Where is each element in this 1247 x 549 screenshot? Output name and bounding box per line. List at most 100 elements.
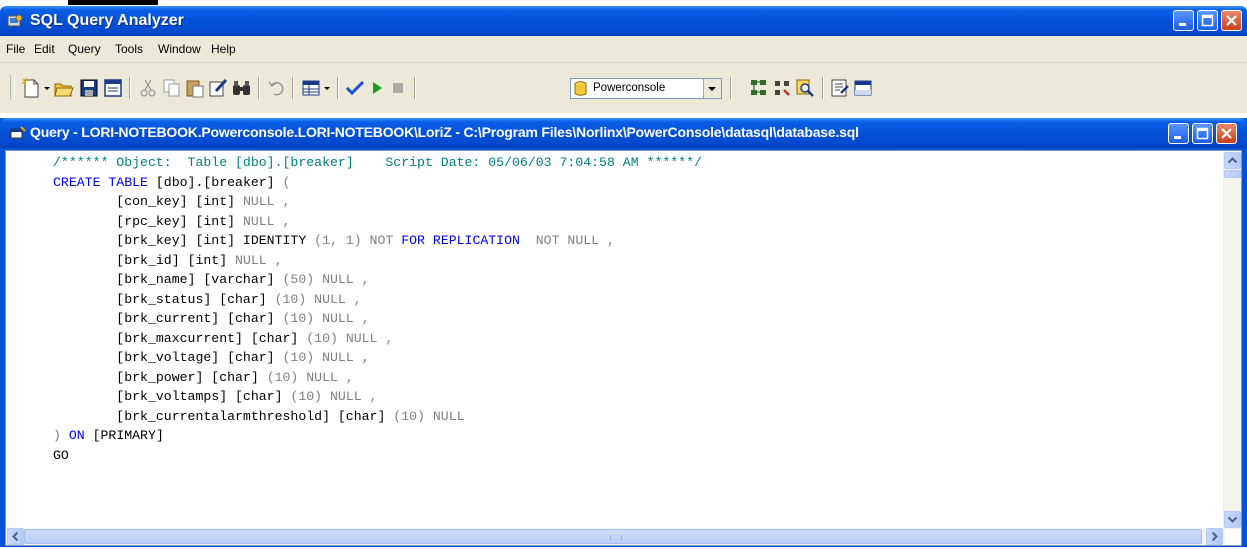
query-window-title: Query - LORI-NOTEBOOK.Powerconsole.LORI-… [30,124,859,140]
vertical-scrollbar[interactable] [1223,151,1241,529]
code-token: NULL , [242,213,291,229]
sql-editor[interactable]: /****** Object: Table [dbo].[breaker] Sc… [5,150,1242,546]
code-token: [brk_name] [varchar] [53,272,283,287]
open-icon[interactable] [53,77,75,99]
database-dropdown-button[interactable] [703,79,721,98]
code-token: [brk_voltamps] [char] [53,389,291,404]
toolbar-separator [129,77,131,99]
code-token: GO [53,447,69,463]
code-token: (10) NULL [393,408,465,424]
menu-bar: File Edit Query Tools Window Help [0,36,1247,63]
code-token: NULL , [242,194,291,209]
code-token: (50) NULL , [282,272,370,287]
code-token: NOT NULL , [519,233,615,248]
toolbar-separator [292,77,294,99]
toolbar-separator [337,77,339,99]
vertical-scroll-thumb[interactable] [1224,170,1241,178]
chevron-down-icon [708,87,716,91]
code-token: (1, 1) NOT [314,233,402,248]
minimize-button[interactable] [1173,10,1194,31]
code-token: [rpc_key] [int] [53,213,243,229]
scroll-right-button[interactable] [1206,528,1223,545]
code-token: [brk_status] [char] [53,291,275,307]
sql-code[interactable]: /****** Object: Table [dbo].[breaker] Sc… [53,153,702,465]
menu-window[interactable]: Window [158,42,201,56]
code-line: [brk_voltage] [char] (10) NULL , [53,348,702,368]
object-browser-icon[interactable] [771,77,793,99]
paste-icon[interactable] [184,77,206,99]
dropdown-arrow-icon[interactable] [42,77,52,99]
horizontal-scroll-thumb[interactable] [24,529,1202,544]
toolbar: Powerconsole [0,63,1247,113]
code-line: [brk_power] [char] (10) NULL , [53,368,702,388]
toolbar-separator [414,77,416,99]
top-artifact [68,0,158,5]
query-close-button[interactable] [1216,123,1237,144]
menu-help[interactable]: Help [211,42,236,56]
close-button[interactable] [1221,10,1242,31]
code-line: [brk_id] [int] NULL , [53,251,702,271]
code-token: [brk_current] [char] [53,311,283,326]
undo-icon[interactable] [266,77,288,99]
scroll-down-button[interactable] [1224,511,1241,528]
copy-icon[interactable] [161,77,183,99]
estimated-plan-icon[interactable] [748,77,770,99]
code-token: [brk_voltage] [char] [53,350,283,365]
code-line: [brk_key] [int] IDENTITY (1, 1) NOT FOR … [53,231,702,251]
code-token: [brk_id] [int] [53,252,236,268]
execute-icon[interactable] [366,77,388,99]
code-token: [brk_power] [char] [53,369,267,385]
menu-query[interactable]: Query [68,42,101,56]
maximize-button[interactable] [1197,10,1218,31]
minimize-icon [1174,136,1181,139]
code-token: CREATE TABLE [53,174,156,190]
app-titlebar[interactable]: SQL Query Analyzer [0,6,1247,36]
code-line: [brk_voltamps] [char] (10) NULL , [53,387,702,407]
chevron-down-icon [1227,516,1238,523]
scroll-thumb-grip [610,535,622,540]
current-connection-properties-icon[interactable] [829,77,851,99]
new-query-icon[interactable] [20,77,42,99]
load-script-icon[interactable] [102,77,124,99]
save-icon[interactable] [78,77,100,99]
query-minimize-button[interactable] [1168,123,1189,144]
horizontal-scrollbar[interactable] [6,528,1225,545]
code-token: (10) NULL , [282,311,370,326]
scroll-up-button[interactable] [1224,152,1241,169]
code-token: (10) NULL , [306,330,394,346]
dropdown-arrow-icon[interactable] [322,77,332,99]
parse-check-icon[interactable] [344,77,366,99]
clear-window-icon[interactable] [207,77,229,99]
close-icon [1226,15,1237,26]
code-line: [brk_maxcurrent] [char] (10) NULL , [53,329,702,349]
object-search-icon[interactable] [794,77,816,99]
app-title: SQL Query Analyzer [30,12,184,29]
code-token: (10) NULL , [266,369,354,385]
code-token: [dbo].[breaker] [155,174,283,190]
code-line: [brk_current] [char] (10) NULL , [53,309,702,329]
menu-file[interactable]: File [6,42,25,56]
find-icon[interactable] [231,77,253,99]
scroll-left-button[interactable] [7,528,24,545]
code-token: (10) NULL , [290,389,378,404]
toolbar-grip[interactable] [10,75,15,100]
menu-edit[interactable]: Edit [34,42,55,56]
cut-icon[interactable] [137,77,159,99]
code-token: [PRIMARY] [92,428,164,443]
database-select-value: Powerconsole [593,82,666,94]
query-window-titlebar[interactable]: Query - LORI-NOTEBOOK.Powerconsole.LORI-… [0,118,1247,148]
code-line: [brk_status] [char] (10) NULL , [53,290,702,310]
code-token: ) [53,428,69,443]
menu-tools[interactable]: Tools [115,42,143,56]
chevron-right-icon [1211,531,1218,542]
show-results-pane-icon[interactable] [852,77,874,99]
toolbar-separator [822,77,824,99]
query-maximize-button[interactable] [1192,123,1213,144]
cancel-query-icon[interactable] [387,77,409,99]
code-line: /****** Object: Table [dbo].[breaker] Sc… [53,153,702,173]
code-token: /****** Object: Table [dbo].[breaker] Sc… [53,155,702,170]
maximize-icon [1196,127,1209,140]
code-line: GO [53,446,702,466]
results-grid-icon[interactable] [300,77,322,99]
database-select[interactable]: Powerconsole [570,78,722,99]
